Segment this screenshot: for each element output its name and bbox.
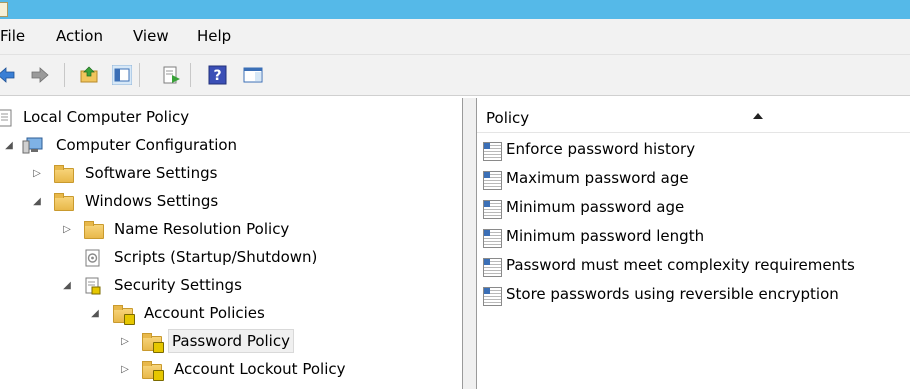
locked-folder-icon: [142, 333, 164, 353]
expand-arrow-icon[interactable]: ▷: [62, 225, 72, 235]
policy-setting-icon: [483, 287, 502, 306]
collapse-arrow-icon[interactable]: ◢: [62, 281, 72, 291]
tree-item-password-policy[interactable]: ▷ Password Policy: [0, 329, 460, 355]
computer-icon: [22, 137, 43, 154]
locked-folder-icon: [113, 305, 135, 325]
menu-view[interactable]: View: [133, 27, 169, 45]
tree-item-label: Windows Settings: [85, 192, 219, 210]
tree-item-label: Account Lockout Policy: [174, 360, 346, 378]
collapse-arrow-icon[interactable]: ◢: [32, 197, 42, 207]
collapse-arrow-icon[interactable]: ◢: [4, 141, 14, 151]
policy-setting-icon: [483, 258, 502, 277]
tree-item-label: Name Resolution Policy: [114, 220, 290, 238]
toolbar-separator: [139, 63, 140, 87]
column-header-label: Policy: [486, 109, 530, 127]
list-item-label: Password must meet complexity requiremen…: [506, 256, 855, 274]
tree-item-label: Password Policy: [168, 329, 294, 353]
tree-item-windows-settings[interactable]: ◢ Windows Settings: [0, 189, 460, 215]
tree-item-account-lockout-policy[interactable]: ▷ Account Lockout Policy: [0, 357, 460, 383]
list-item-label: Enforce password history: [506, 140, 696, 158]
tree-item-label: Account Policies: [144, 304, 265, 322]
expand-arrow-icon[interactable]: ▷: [120, 365, 130, 375]
folder-icon: [54, 193, 74, 211]
toolbar-separator: [64, 63, 65, 87]
policy-setting-icon: [483, 200, 502, 219]
title-bar: [0, 0, 910, 19]
back-arrow-icon[interactable]: [0, 65, 16, 85]
list-item-label: Store passwords using reversible encrypt…: [506, 285, 839, 303]
tree-item-label: Security Settings: [114, 276, 242, 294]
console-tree: Local Computer Policy ◢ Computer Configu…: [0, 98, 463, 389]
menu-bar: File Action View Help: [0, 19, 910, 55]
policy-document-icon: [0, 109, 12, 127]
tree-item-label: Scripts (Startup/Shutdown): [114, 248, 318, 266]
policy-setting-icon: [483, 142, 502, 161]
security-settings-icon: [85, 277, 101, 295]
tree-item-local-computer-policy[interactable]: Local Computer Policy: [0, 105, 460, 131]
folder-icon: [84, 221, 104, 239]
properties-pane-icon[interactable]: [243, 65, 263, 85]
toolbar-separator: [190, 63, 191, 87]
tree-item-account-policies[interactable]: ◢ Account Policies: [0, 301, 460, 327]
help-icon[interactable]: ?: [208, 65, 228, 85]
app-icon: [0, 2, 8, 17]
policy-list: Policy Enforce password history Maximum …: [476, 98, 910, 389]
tree-item-label: Local Computer Policy: [23, 108, 190, 126]
tree-item-software-settings[interactable]: ▷ Software Settings: [0, 161, 460, 187]
locked-folder-icon: [142, 361, 164, 381]
collapse-arrow-icon[interactable]: ◢: [90, 309, 100, 319]
tree-item-label: Computer Configuration: [56, 136, 238, 154]
pane-splitter[interactable]: [463, 98, 477, 389]
policy-setting-icon: [483, 171, 502, 190]
scripts-icon: [85, 249, 100, 267]
expand-arrow-icon[interactable]: ▷: [32, 169, 42, 179]
tree-item-security-settings[interactable]: ◢ Security Settings: [0, 273, 460, 299]
tree-item-scripts[interactable]: Scripts (Startup/Shutdown): [0, 245, 460, 271]
sort-ascending-icon: [753, 113, 763, 119]
menu-action[interactable]: Action: [56, 27, 103, 45]
column-header-policy[interactable]: Policy: [477, 98, 910, 133]
list-item-label: Minimum password length: [506, 227, 705, 245]
list-item-label: Maximum password age: [506, 169, 689, 187]
show-hide-tree-icon[interactable]: [112, 65, 132, 85]
export-list-icon[interactable]: [162, 65, 182, 85]
menu-file[interactable]: File: [0, 27, 25, 45]
tree-item-name-resolution-policy[interactable]: ▷ Name Resolution Policy: [0, 217, 460, 243]
svg-text:?: ?: [213, 68, 221, 84]
expand-arrow-icon[interactable]: ▷: [120, 337, 130, 347]
forward-arrow-icon[interactable]: [30, 65, 50, 85]
tree-item-computer-configuration[interactable]: ◢ Computer Configuration: [0, 133, 460, 159]
menu-help[interactable]: Help: [197, 27, 231, 45]
policy-setting-icon: [483, 229, 502, 248]
folder-icon: [54, 165, 74, 183]
toolbar: ?: [0, 55, 910, 96]
list-item-label: Minimum password age: [506, 198, 685, 216]
tree-item-label: Software Settings: [85, 164, 218, 182]
up-folder-icon[interactable]: [79, 65, 99, 85]
